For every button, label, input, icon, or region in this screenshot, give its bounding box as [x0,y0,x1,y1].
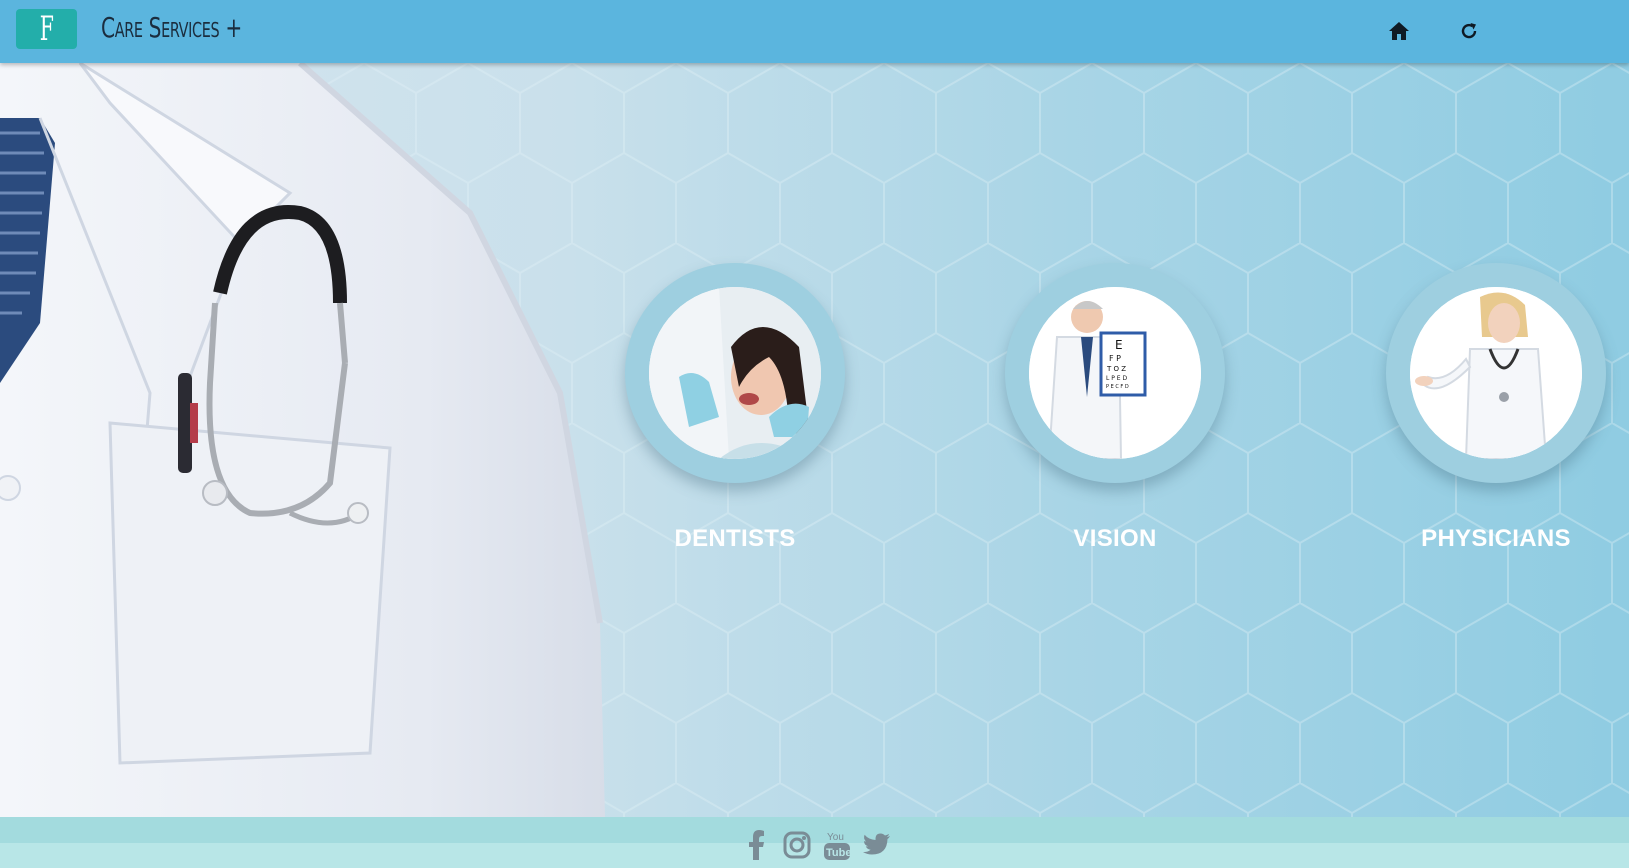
service-card-vision[interactable]: E F P T O Z L P E D P E C F D VISION [1005,263,1225,553]
service-label-vision: VISION [1073,525,1157,552]
refresh-icon[interactable] [1456,18,1482,44]
svg-text:P E C F D: P E C F D [1106,384,1129,390]
service-label-dentists: DENTISTS [674,525,796,552]
footer-band [0,817,1629,843]
logo-letter: F [39,9,54,49]
brand-title[interactable]: Care Services + [101,8,297,48]
youtube-icon[interactable]: You Tube [820,828,854,862]
top-navbar: F Care Services + [0,0,1629,63]
home-icon[interactable] [1386,18,1412,44]
brand-plus: + [225,11,242,44]
hero-section: DENTISTS E F P T O Z L P E D P E C F D V… [0,63,1629,817]
footer-bar [0,843,1629,868]
service-card-dentists[interactable]: DENTISTS [625,263,845,553]
svg-text:L P E D: L P E D [1106,375,1127,382]
svg-text:E: E [1115,338,1123,352]
instagram-icon[interactable] [780,828,814,862]
logo[interactable]: F [16,9,77,49]
brand-name: Care Services [101,11,220,44]
doctor-coat-image [0,63,605,817]
service-card-physicians[interactable]: PHYSICIANS [1386,263,1606,553]
facebook-icon[interactable] [740,828,774,862]
dentist-photo [649,287,821,459]
svg-text:T O Z: T O Z [1106,365,1126,373]
service-label-physicians: PHYSICIANS [1421,525,1571,552]
service-ring: E F P T O Z L P E D P E C F D [1005,263,1225,483]
service-ring [1386,263,1606,483]
youtube-text-top: You [827,832,844,843]
eye-doctor-photo: E F P T O Z L P E D P E C F D [1029,287,1201,459]
service-ring [625,263,845,483]
youtube-text-bottom: Tube [826,847,851,859]
twitter-icon[interactable] [860,828,894,862]
svg-text:F P: F P [1109,354,1121,363]
physician-photo [1410,287,1582,459]
